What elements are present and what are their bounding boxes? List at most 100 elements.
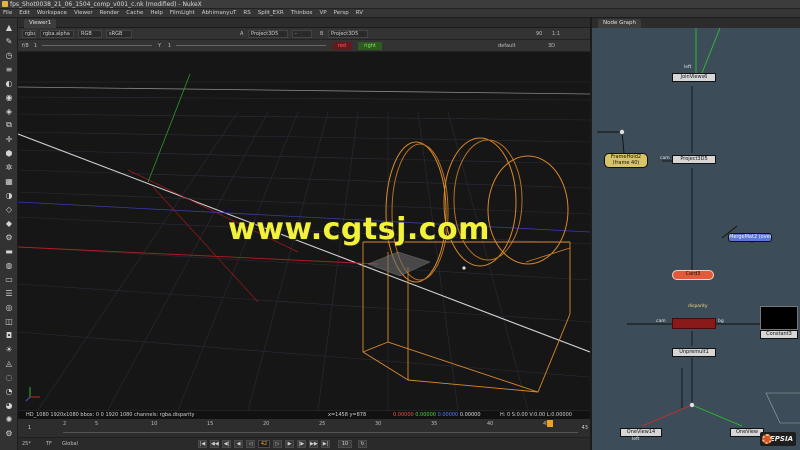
layers-icon[interactable]: ☰ (3, 288, 15, 298)
prev-frame-icon[interactable]: ◀ (234, 440, 243, 448)
shader-icon[interactable]: ◌ (3, 372, 15, 382)
gamma-slider[interactable] (176, 45, 326, 46)
next-frame-icon[interactable]: ▶ (285, 440, 294, 448)
menu-edit[interactable]: Edit (19, 10, 30, 16)
composite-dropdown[interactable]: - (292, 30, 312, 38)
node-graph-panel[interactable]: JoinViews6 left FrameHold2 (frame 40) ca… (590, 28, 800, 450)
timeline-ruler[interactable]: 2 5 10 15 20 25 30 35 40 45 (63, 420, 578, 433)
timeline[interactable]: 1 2 5 10 15 20 25 30 35 40 45 43 (18, 419, 590, 437)
increment-field[interactable]: 10 (338, 440, 352, 448)
toolsets-icon[interactable]: ◆ (3, 218, 15, 228)
alpha-channel-dropdown[interactable]: rgba.alpha (40, 30, 74, 38)
settings-icon[interactable]: ⚙ (3, 428, 15, 438)
nodes-icon[interactable]: ◫ (3, 316, 15, 326)
node-scanline-render[interactable] (672, 318, 716, 329)
current-frame-field[interactable]: 42 (258, 440, 270, 448)
light-icon[interactable]: ☀ (3, 344, 15, 354)
ocula-icon[interactable]: ◍ (3, 260, 15, 270)
node-graph-tab-bar: Node Graph (590, 18, 800, 28)
constant-thumbnail[interactable] (760, 306, 798, 330)
timeline-start[interactable]: 1 (28, 425, 31, 431)
camera-icon[interactable]: ◘ (3, 330, 15, 340)
prev-increment-icon[interactable]: ◀| (222, 440, 231, 448)
play-forward-icon[interactable]: ▷ (273, 440, 282, 448)
menu-persp[interactable]: Persp (334, 10, 349, 16)
stereo-icon[interactable]: ◎ (3, 302, 15, 312)
menu-rs[interactable]: RS (243, 10, 250, 16)
filter-icon[interactable]: ◉ (3, 92, 15, 102)
current-frame-marker[interactable] (547, 420, 553, 427)
menu-rv[interactable]: RV (356, 10, 363, 16)
play-backward-icon[interactable]: ◁ (246, 440, 255, 448)
last-frame-icon[interactable]: ▶| (321, 440, 330, 448)
gain-value[interactable]: 1 (34, 43, 37, 49)
menu-workspace[interactable]: Workspace (37, 10, 67, 16)
metadata-icon[interactable]: ◇ (3, 204, 15, 214)
colorspace-dropdown[interactable]: RGB (78, 30, 102, 38)
keyer-icon[interactable]: ◈ (3, 106, 15, 116)
time-icon[interactable]: ◷ (3, 50, 15, 60)
scanline-icon[interactable]: ◔ (3, 386, 15, 396)
fps-field[interactable]: 25* (22, 441, 31, 447)
range-dropdown[interactable]: Global (62, 441, 78, 447)
view-mode-dropdown[interactable]: 3D (548, 43, 555, 49)
right-view-button[interactable]: right (358, 42, 382, 50)
other-icon[interactable]: ⚙ (3, 232, 15, 242)
node-card-selected[interactable]: Card3 (672, 270, 714, 280)
transform-icon[interactable]: ✛ (3, 134, 15, 144)
menu-abhimanyut[interactable]: AbhimanyuT (202, 10, 237, 16)
hsvl-readout: H: 0 S:0.00 V:0.00 L:0.00000 (500, 412, 572, 418)
viewer-3d-viewport[interactable]: www.cgtsj.com (18, 52, 590, 410)
input-b-dropdown[interactable]: Project3D5 (328, 30, 368, 38)
tab-node-graph[interactable]: Node Graph (598, 19, 641, 28)
pointer-icon[interactable]: ▲ (3, 22, 15, 32)
menu-filmlight[interactable]: FilmLight (170, 10, 195, 16)
views-icon[interactable]: ◑ (3, 190, 15, 200)
node-unpremult[interactable]: Unpremult1 (672, 348, 716, 357)
channel-icon[interactable]: ≡ (3, 64, 15, 74)
gamma-value[interactable]: 1 (168, 43, 171, 49)
menu-render[interactable]: Render (100, 10, 120, 16)
color-icon[interactable]: ◐ (3, 78, 15, 88)
node-mergemat[interactable]: MergeMat2 (over) (728, 233, 772, 242)
red-view-button[interactable]: red (332, 42, 352, 50)
prev-keyframe-icon[interactable]: ◀◀ (210, 440, 219, 448)
menu-file[interactable]: File (3, 10, 12, 16)
lut-dropdown[interactable]: sRGB (106, 30, 132, 38)
first-frame-icon[interactable]: |◀ (198, 440, 207, 448)
menu-cache[interactable]: Cache (126, 10, 143, 16)
loop-icon[interactable]: ↻ (358, 440, 367, 448)
next-keyframe-icon[interactable]: ▶▶ (309, 440, 318, 448)
node-joinviews[interactable]: JoinViews6 (672, 73, 716, 82)
zoom-value[interactable]: 90 (536, 31, 542, 37)
gizmo-icon[interactable]: ▭ (3, 274, 15, 284)
input-a-dropdown[interactable]: Project3D5 (248, 30, 288, 38)
node-oneview-right[interactable]: OneView (730, 428, 764, 437)
draw-icon[interactable]: ✎ (3, 36, 15, 46)
node-oneview-left[interactable]: OneView14 (620, 428, 662, 437)
particles-icon[interactable]: ✲ (3, 162, 15, 172)
plugins-icon[interactable]: ◕ (3, 400, 15, 410)
menu-thinbox[interactable]: Thinbox (291, 10, 313, 16)
geometry-icon[interactable]: ◬ (3, 358, 15, 368)
3d-icon[interactable]: ⬢ (3, 148, 15, 158)
gain-slider[interactable] (42, 45, 152, 46)
menu-help[interactable]: Help (150, 10, 163, 16)
zoom-ratio[interactable]: 1:1 (552, 31, 560, 37)
tf-toggle[interactable]: TF (46, 441, 52, 447)
node-project3d[interactable]: Project3D5 (672, 155, 716, 164)
colorwheel-icon[interactable]: ✺ (3, 414, 15, 424)
channels-dropdown[interactable]: rgba (22, 30, 36, 38)
next-increment-icon[interactable]: |▶ (297, 440, 306, 448)
furnace-icon[interactable]: ▬ (3, 246, 15, 256)
merge-icon[interactable]: ⧉ (3, 120, 15, 130)
timeline-end[interactable]: 43 (582, 425, 588, 431)
menu-vp[interactable]: VP (320, 10, 327, 16)
menu-split-exr[interactable]: Split_EXR (258, 10, 284, 16)
tab-viewer1[interactable]: Viewer1 (24, 19, 57, 28)
node-constant[interactable]: Constant3 (760, 330, 798, 339)
node-framehold[interactable]: FrameHold2 (frame 40) (604, 153, 648, 168)
menu-viewer[interactable]: Viewer (74, 10, 93, 16)
frame-mode-label[interactable]: default (498, 43, 516, 49)
deep-icon[interactable]: ▦ (3, 176, 15, 186)
